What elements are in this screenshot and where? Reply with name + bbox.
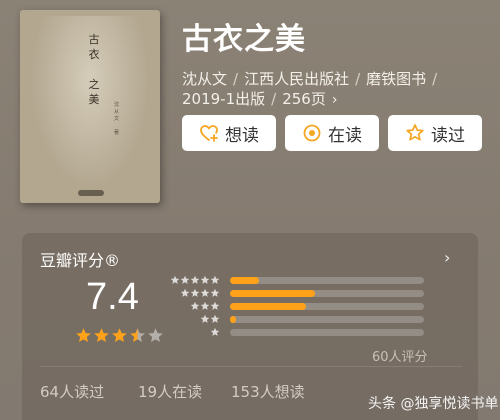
star-icon: [148, 328, 163, 343]
cover-title-char: 古: [88, 33, 100, 46]
chevron-right-icon: ›: [331, 92, 338, 108]
meta-separator: /: [432, 70, 438, 88]
meta-separator: /: [233, 70, 239, 88]
distribution-bar-5: [230, 277, 424, 284]
cover-author-char: 文: [114, 116, 120, 122]
watermark-text: 头条 @独享悦读书单: [368, 396, 499, 412]
book-meta-line[interactable]: 沈从文 / 江西人民出版社 / 磨铁图书 /: [182, 68, 443, 89]
want-count[interactable]: 153人想读: [231, 381, 305, 402]
star-icon: [210, 275, 220, 284]
author-name: 沈从文: [182, 70, 228, 88]
rating-title: 豆瓣评分®: [40, 251, 121, 270]
have-read-button[interactable]: 读过: [388, 115, 482, 151]
heart-plus-icon: [200, 125, 218, 142]
star-icon: [200, 288, 210, 297]
cover-title-char: 之: [88, 78, 100, 91]
cover-author: 沈 从 文 著: [114, 102, 124, 137]
meta-separator: /: [355, 70, 361, 88]
distribution-bar-4: [230, 290, 424, 297]
star-icon: [190, 275, 200, 284]
distribution-bar-fill: [230, 316, 236, 323]
distribution-bar-fill: [230, 277, 260, 284]
publisher-name: 江西人民出版社: [244, 70, 350, 88]
distribution-stars-2: [200, 314, 220, 324]
cover-author-char: [114, 123, 124, 130]
distribution-bar-fill: [230, 290, 316, 297]
cover-title-char: 美: [88, 93, 100, 106]
star-icon: [200, 275, 210, 284]
book-title: 古衣之美: [182, 22, 306, 57]
cover-author-char: 著: [114, 130, 120, 136]
have-read-label: 读过: [431, 125, 465, 146]
star-icon: [210, 314, 220, 323]
rating-stars: [75, 327, 164, 344]
star-icon: [112, 328, 127, 343]
star-icon: [210, 288, 220, 297]
distribution-bar-1: [230, 329, 424, 336]
cover-author-char: 沈: [114, 102, 120, 108]
star-outline-icon: [406, 124, 424, 141]
star-icon: [76, 328, 91, 343]
reading-count[interactable]: 19人在读: [138, 381, 202, 402]
book-cover[interactable]: 古 衣 之 美 沈 从 文 著: [20, 10, 160, 203]
page-count: 256页: [282, 90, 326, 108]
watermark: 头条 @独享悦读书单: [368, 393, 498, 413]
edition-date: 2019-1出版: [182, 90, 266, 108]
cover-title-char: 衣: [88, 48, 100, 61]
brand-name: 磨铁图书: [366, 70, 427, 88]
star-icon: [210, 327, 220, 336]
star-icon: [180, 275, 190, 284]
star-icon: [180, 288, 190, 297]
reading-button[interactable]: 在读: [285, 115, 379, 151]
star-icon: [210, 301, 220, 310]
distribution-stars-3: [190, 301, 220, 311]
star-icon: [170, 275, 180, 284]
publisher-logo: [78, 190, 104, 196]
want-to-read-label: 想读: [225, 125, 259, 146]
star-icon: [190, 288, 200, 297]
book-meta-line[interactable]: 2019-1出版 / 256页 ›: [182, 88, 337, 109]
distribution-stars-4: [180, 288, 220, 298]
want-to-read-button[interactable]: 想读: [182, 115, 276, 151]
star-icon: [190, 301, 200, 310]
rating-count: 60人评分: [372, 350, 428, 365]
cover-title: 古 衣 之 美: [86, 32, 102, 107]
distribution-stars-5: [170, 275, 220, 285]
read-count[interactable]: 64人读过: [40, 381, 104, 402]
distribution-bar-fill: [230, 303, 306, 310]
divider: [40, 366, 462, 367]
star-icon: [130, 328, 145, 343]
star-icon: [200, 314, 210, 323]
chevron-right-icon[interactable]: ›: [444, 248, 450, 267]
rating-score: 7.4: [86, 276, 139, 318]
meta-separator: /: [271, 90, 277, 108]
reading-circle-icon: [303, 124, 321, 142]
star-icon: [200, 301, 210, 310]
distribution-bar-2: [230, 316, 424, 323]
cover-author-char: 从: [114, 109, 120, 115]
reading-label: 在读: [328, 125, 362, 146]
distribution-bar-3: [230, 303, 424, 310]
star-icon: [94, 328, 109, 343]
cover-title-char: [86, 62, 102, 77]
distribution-stars-1: [210, 327, 220, 337]
